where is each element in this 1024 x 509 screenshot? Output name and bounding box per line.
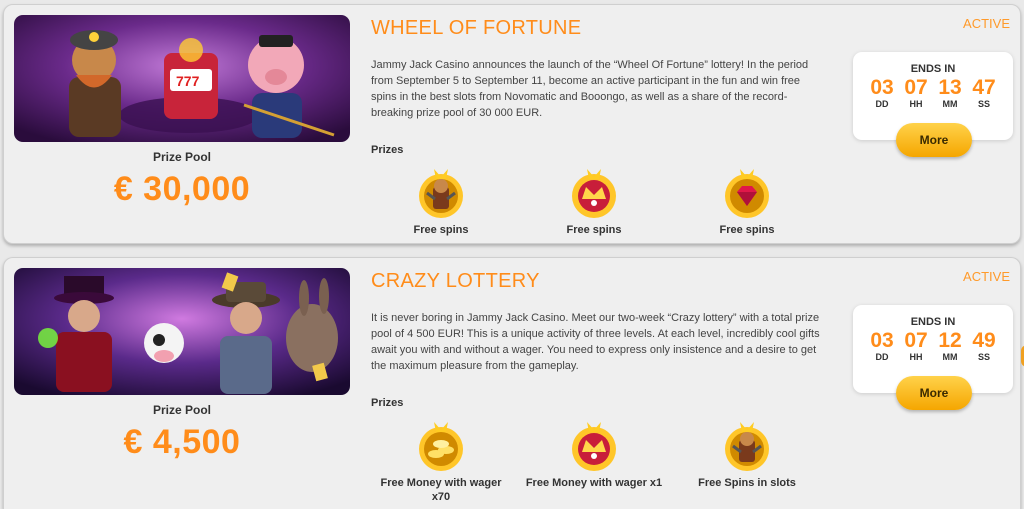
ends-in-label: ENDS IN — [910, 316, 956, 328]
promo-title[interactable]: WHEEL OF FORTUNE — [371, 17, 581, 40]
timer-hours: 07 HH — [899, 76, 933, 110]
svg-text:777: 777 — [176, 73, 200, 89]
timer-minutes: 12 MM — [933, 329, 967, 363]
prize-label: Free spins — [566, 224, 622, 236]
promo-banner-image[interactable] — [14, 268, 350, 395]
ruby-badge-icon — [725, 169, 769, 218]
crown-wreath-badge-icon — [572, 169, 616, 218]
timer-minutes: 13 MM — [933, 76, 967, 110]
timer-value: 47 — [972, 76, 996, 99]
timer-value: 03 — [870, 329, 894, 352]
timer-unit: SS — [977, 352, 990, 362]
timer-value: 49 — [972, 329, 996, 352]
timer-unit: HH — [909, 352, 923, 362]
timer-value: 13 — [938, 76, 962, 99]
prize-pool-value: € 30,000 — [113, 170, 251, 208]
timer-unit: HH — [909, 99, 923, 109]
banner-illustration: 777 — [14, 15, 350, 142]
prize-pool-label: Prize Pool — [152, 403, 211, 417]
timer-unit: DD — [875, 352, 889, 362]
status-badge: ACTIVE — [963, 16, 1010, 31]
prize-item: Free spins — [371, 163, 511, 237]
timer-unit: MM — [942, 99, 958, 109]
prize-item: Free Money with wager x1 — [524, 416, 664, 490]
timer-seconds: 47 SS — [967, 76, 1001, 110]
prize-label: Free Spins in slots — [698, 477, 796, 489]
more-button[interactable]: More — [896, 376, 972, 410]
timer-value: 12 — [938, 329, 962, 352]
promo-card-crazy-lottery: Prize Pool € 4,500 CRAZY LOTTERY ACTIVE … — [3, 257, 1021, 509]
timer-unit: MM — [942, 352, 958, 362]
timer-hours: 07 HH — [899, 329, 933, 363]
more-button[interactable]: More — [896, 123, 972, 157]
promo-description: It is never boring in Jammy Jack Casino.… — [371, 312, 820, 372]
promo-card-wheel-of-fortune: 777 Prize Pool € 30,000 WHEEL OF FORTUNE… — [3, 4, 1021, 244]
timer-days: 03 DD — [865, 76, 899, 110]
promo-banner-image[interactable]: 777 — [14, 15, 350, 142]
status-badge: ACTIVE — [963, 269, 1010, 284]
prize-label: Free spins — [719, 224, 775, 236]
timer-value: 07 — [904, 76, 928, 99]
prize-item: Free spins — [524, 163, 664, 237]
promo-title[interactable]: CRAZY LOTTERY — [371, 270, 540, 293]
timer-seconds: 49 SS — [967, 329, 1001, 363]
timer-unit: SS — [977, 99, 990, 109]
prize-pool-value: € 4,500 — [123, 423, 241, 461]
prize-pool-label: Prize Pool — [152, 150, 211, 164]
prize-label: Free spins — [413, 224, 469, 236]
miner-badge-icon — [725, 422, 769, 471]
timer-value: 07 — [904, 329, 928, 352]
prize-label: Free Money with wager x70 — [380, 477, 502, 503]
miner-badge-icon — [419, 169, 463, 218]
timer-unit: DD — [875, 99, 889, 109]
prize-item: Free Spins in slots — [677, 416, 817, 490]
coins-badge-icon — [419, 422, 463, 471]
prize-item: Free spins — [677, 163, 817, 237]
prize-item: Free Money with wager x70 — [371, 416, 511, 504]
timer-value: 03 — [870, 76, 894, 99]
promo-description: Jammy Jack Casino announces the launch o… — [371, 59, 809, 119]
crown-wreath-badge-icon — [572, 422, 616, 471]
prizes-label: Prizes — [371, 397, 404, 409]
timer-days: 03 DD — [865, 329, 899, 363]
banner-illustration — [14, 268, 350, 395]
prize-label: Free Money with wager x1 — [525, 477, 663, 489]
prizes-label: Prizes — [371, 144, 404, 156]
ends-in-label: ENDS IN — [910, 63, 956, 75]
